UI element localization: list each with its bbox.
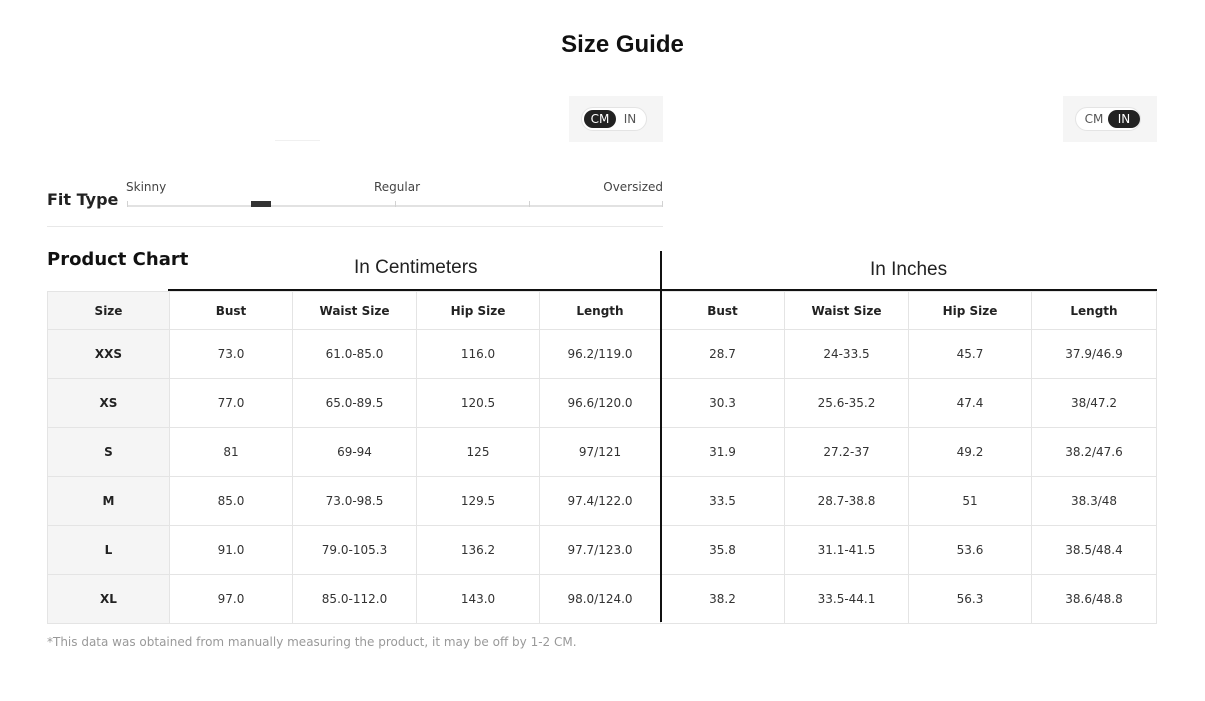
fit-option-oversized: Oversized	[603, 180, 663, 194]
size-cell: XXS	[47, 329, 170, 379]
size-cell: S	[47, 427, 170, 477]
column-header: Waist Size	[784, 291, 909, 330]
table-cell: 136.2	[416, 525, 540, 575]
fit-scale-tick	[529, 201, 530, 207]
table-cell: 65.0-89.5	[292, 378, 417, 428]
unit-toggle-pill: CM IN	[1075, 107, 1141, 131]
table-cell: 77.0	[169, 378, 293, 428]
inches-header: In Inches	[870, 259, 948, 280]
table-cell: 35.8	[660, 525, 785, 575]
size-cell: XL	[47, 574, 170, 624]
table-cell: 25.6-35.2	[784, 378, 909, 428]
table-cell: 31.9	[660, 427, 785, 477]
table-cell: 28.7	[660, 329, 785, 379]
unit-option-cm[interactable]: CM	[1078, 110, 1110, 128]
table-cell: 33.5-44.1	[784, 574, 909, 624]
table-cell: 97.7/123.0	[539, 525, 661, 575]
fit-option-regular: Regular	[374, 180, 421, 194]
table-cell: 85.0-112.0	[292, 574, 417, 624]
table-header-row: Size Bust Waist Size Hip Size Length Bust Wais…	[47, 291, 1157, 330]
column-header: Bust	[169, 291, 293, 330]
fit-scale-tick	[127, 201, 128, 207]
table-cell: 69-94	[292, 427, 417, 477]
unit-option-in[interactable]: IN	[614, 110, 646, 128]
table-cell: 97/121	[539, 427, 661, 477]
unit-option-in[interactable]: IN	[1108, 110, 1140, 128]
unit-toggle-left: CM IN	[569, 96, 663, 142]
table-cell: 49.2	[908, 427, 1032, 477]
table-cell: 61.0-85.0	[292, 329, 417, 379]
table-cell: 51	[908, 476, 1032, 526]
fit-scale-tick	[662, 201, 663, 207]
table-cell: 81	[169, 427, 293, 477]
table-cell: 56.3	[908, 574, 1032, 624]
size-chart-table: Size Bust Waist Size Hip Size Length Bust Wais…	[47, 291, 1157, 624]
table-cell: 97.0	[169, 574, 293, 624]
table-cell: 27.2-37	[784, 427, 909, 477]
table-row: M 85.0 73.0-98.5 129.5 97.4/122.0 33.5 28.7-38…	[47, 476, 1157, 526]
table-cell: 37.9/46.9	[1031, 329, 1157, 379]
table-cell: 98.0/124.0	[539, 574, 661, 624]
page-title: Size Guide	[561, 31, 684, 58]
section-divider	[47, 226, 663, 227]
table-cell: 97.4/122.0	[539, 476, 661, 526]
fit-level-marker	[251, 201, 271, 207]
table-cell: 38.5/48.4	[1031, 525, 1157, 575]
table-cell: 45.7	[908, 329, 1032, 379]
column-header: Length	[539, 291, 661, 330]
table-cell: 24-33.5	[784, 329, 909, 379]
unit-option-cm[interactable]: CM	[584, 110, 616, 128]
table-cell: 120.5	[416, 378, 540, 428]
size-cell: XS	[47, 378, 170, 428]
table-cell: 30.3	[660, 378, 785, 428]
fit-option-skinny: Skinny	[126, 180, 167, 194]
column-header: Size	[47, 291, 170, 330]
table-row: L 91.0 79.0-105.3 136.2 97.7/123.0 35.8 31.1-4…	[47, 525, 1157, 575]
column-header: Length	[1031, 291, 1157, 330]
unit-column-divider	[660, 251, 662, 622]
table-cell: 38.2	[660, 574, 785, 624]
table-cell: 85.0	[169, 476, 293, 526]
product-chart-title: Product Chart	[47, 249, 189, 270]
column-header: Bust	[660, 291, 785, 330]
column-header: Hip Size	[908, 291, 1032, 330]
unit-toggle-pill: CM IN	[581, 107, 647, 131]
table-cell: 47.4	[908, 378, 1032, 428]
unit-toggle-right: CM IN	[1063, 96, 1157, 142]
table-cell: 91.0	[169, 525, 293, 575]
table-cell: 125	[416, 427, 540, 477]
fit-scale-tick	[395, 201, 396, 207]
table-cell: 116.0	[416, 329, 540, 379]
table-cell: 38.6/48.8	[1031, 574, 1157, 624]
table-cell: 31.1-41.5	[784, 525, 909, 575]
table-row: XL 97.0 85.0-112.0 143.0 98.0/124.0 38.2 33.5-…	[47, 574, 1157, 624]
table-cell: 73.0-98.5	[292, 476, 417, 526]
table-cell: 143.0	[416, 574, 540, 624]
table-cell: 96.6/120.0	[539, 378, 661, 428]
table-row: S 81 69-94 125 97/121 31.9 27.2-37 49.2 38.2/47.…	[47, 427, 1157, 477]
size-cell: L	[47, 525, 170, 575]
table-cell: 38.2/47.6	[1031, 427, 1157, 477]
table-cell: 129.5	[416, 476, 540, 526]
table-row: XS 77.0 65.0-89.5 120.5 96.6/120.0 30.3 25.6-3…	[47, 378, 1157, 428]
decorative-divider	[275, 140, 320, 141]
column-header: Hip Size	[416, 291, 540, 330]
column-header: Waist Size	[292, 291, 417, 330]
size-cell: M	[47, 476, 170, 526]
centimeters-header: In Centimeters	[354, 257, 478, 278]
table-cell: 38.3/48	[1031, 476, 1157, 526]
table-cell: 38/47.2	[1031, 378, 1157, 428]
table-cell: 28.7-38.8	[784, 476, 909, 526]
table-cell: 79.0-105.3	[292, 525, 417, 575]
table-cell: 33.5	[660, 476, 785, 526]
table-row: XXS 73.0 61.0-85.0 116.0 96.2/119.0 28.7 24-33…	[47, 329, 1157, 379]
table-cell: 53.6	[908, 525, 1032, 575]
table-cell: 73.0	[169, 329, 293, 379]
fit-type-label: Fit Type	[47, 190, 119, 209]
table-cell: 96.2/119.0	[539, 329, 661, 379]
measurement-note: *This data was obtained from manually me…	[47, 635, 577, 649]
